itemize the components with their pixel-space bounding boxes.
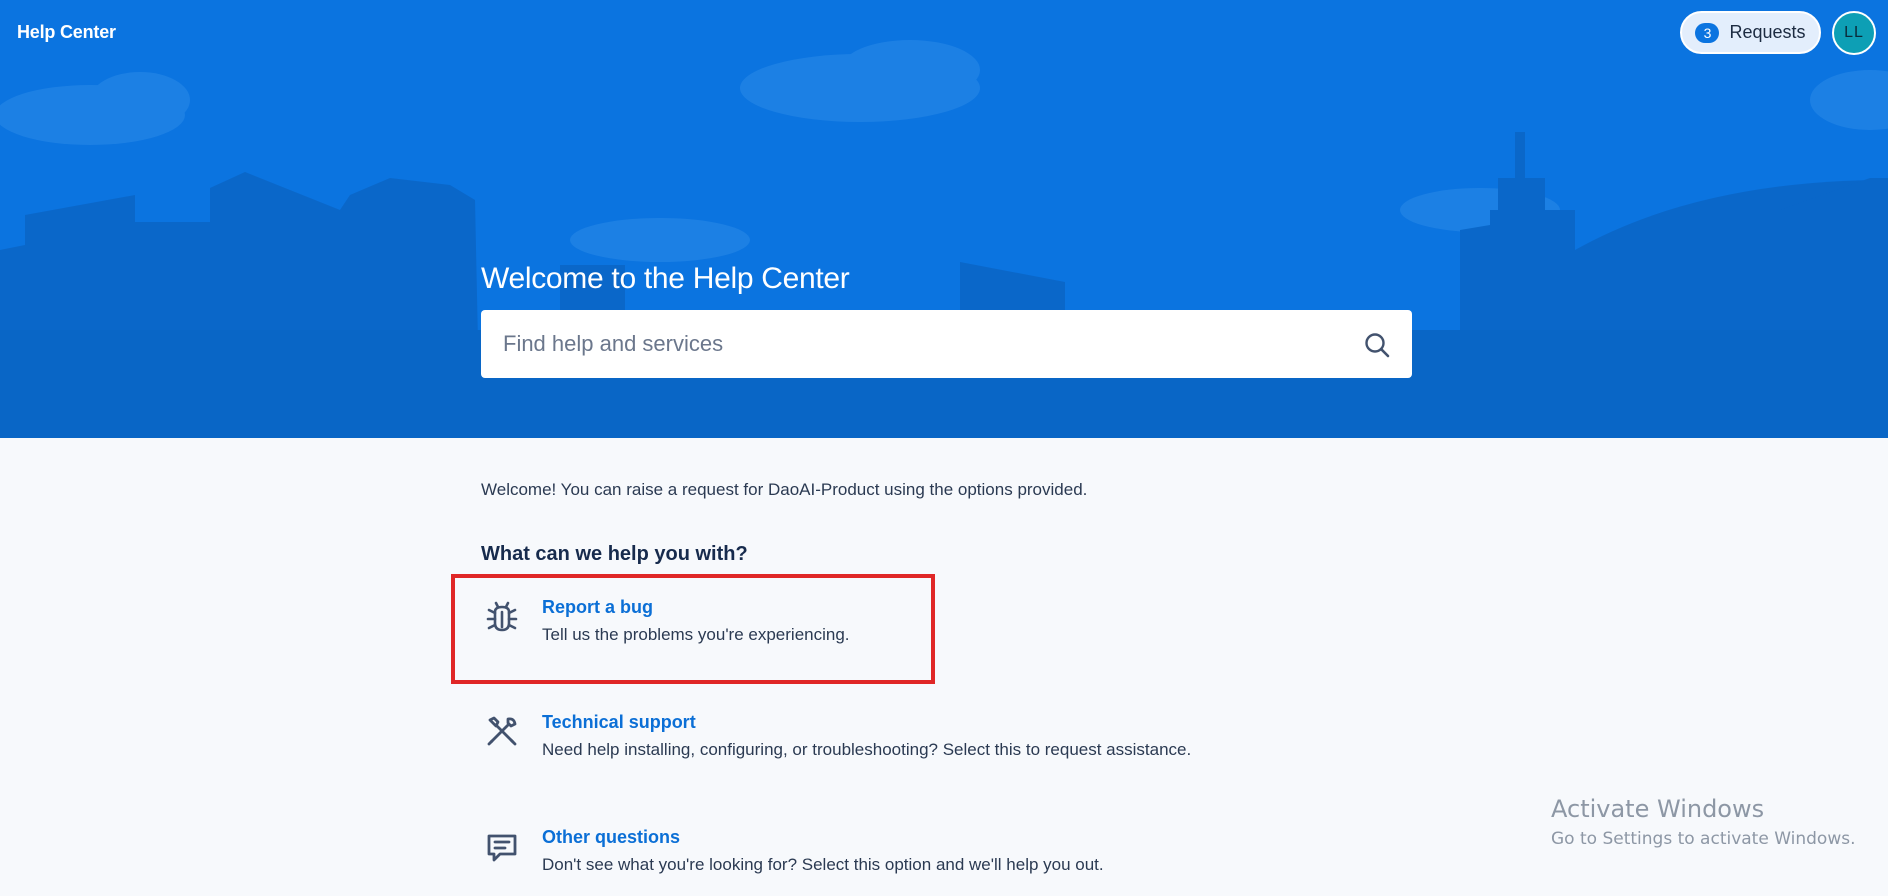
option-title[interactable]: Technical support [542,712,696,733]
search-icon[interactable] [1363,331,1391,359]
comment-icon [487,834,517,862]
option-description: Tell us the problems you're experiencing… [542,625,850,644]
windows-activation-watermark: Activate Windows Go to Settings to activ… [1551,795,1856,849]
option-report-bug[interactable]: Report a bug Tell us the problems you're… [481,597,1261,677]
search-box [481,310,1412,378]
help-center-page: Help Center 3 Requests LL Welcome to the… [0,0,1888,896]
requests-button[interactable]: 3 Requests [1680,11,1821,54]
option-other-questions[interactable]: Other questions Don't see what you're lo… [481,827,1261,896]
option-technical-support[interactable]: Technical support Need help installing, … [481,712,1261,792]
bug-icon [486,601,518,632]
tools-icon [487,716,517,746]
page-title: Welcome to the Help Center [481,262,850,295]
option-title[interactable]: Report a bug [542,597,653,618]
watermark-subtitle: Go to Settings to activate Windows. [1551,829,1856,849]
hero-banner: Help Center 3 Requests LL Welcome to the… [0,0,1888,438]
watermark-title: Activate Windows [1551,795,1765,823]
option-title[interactable]: Other questions [542,827,680,848]
option-description: Need help installing, configuring, or tr… [542,740,1192,759]
requests-count-badge: 3 [1695,22,1720,43]
requests-label: Requests [1729,22,1806,42]
option-description: Don't see what you're looking for? Selec… [542,855,1104,874]
intro-text: Welcome! You can raise a request for Dao… [481,480,1088,499]
section-heading: What can we help you with? [481,543,748,565]
search-input[interactable] [481,310,1341,378]
user-avatar[interactable]: LL [1832,11,1876,55]
brand-title[interactable]: Help Center [17,22,116,43]
